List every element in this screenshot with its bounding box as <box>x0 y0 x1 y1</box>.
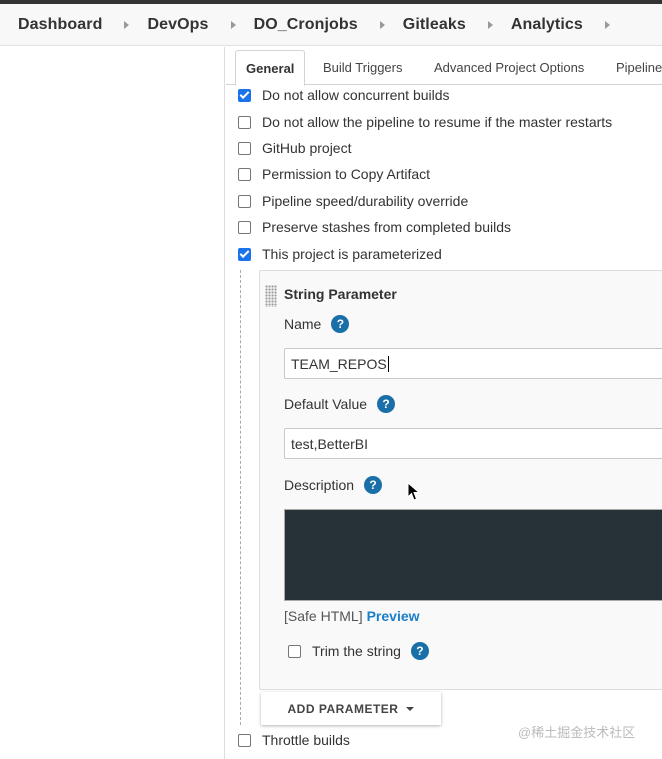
side-panel <box>0 47 225 759</box>
option-throttle-builds[interactable]: Throttle builds <box>238 730 350 750</box>
durability-override-checkbox[interactable] <box>238 194 251 208</box>
breadcrumb-label[interactable]: Analytics <box>511 16 583 34</box>
preserve-stashes-checkbox[interactable] <box>238 220 251 234</box>
tab-build-triggers[interactable]: Build Triggers <box>323 50 402 85</box>
option-pipeline-resume[interactable]: Do not allow the pipeline to resume if t… <box>238 112 612 132</box>
breadcrumb-label[interactable]: DO_Cronjobs <box>254 16 358 34</box>
option-label: Trim the string <box>312 643 401 659</box>
concurrent-builds-checkbox[interactable] <box>238 88 251 102</box>
option-label: Pipeline speed/durability override <box>262 193 469 209</box>
option-label: Throttle builds <box>262 732 350 748</box>
trim-string-option[interactable]: Trim the string ? <box>288 642 429 660</box>
safe-html-note: [Safe HTML] Preview <box>284 608 420 624</box>
chevron-right-icon[interactable] <box>124 20 130 29</box>
option-label: This project is parameterized <box>262 246 442 262</box>
option-label: Do not allow concurrent builds <box>262 87 450 103</box>
chevron-right-icon[interactable] <box>230 20 236 29</box>
breadcrumb-label[interactable]: Dashboard <box>18 16 102 34</box>
trim-string-checkbox[interactable] <box>288 644 301 658</box>
breadcrumb-label[interactable]: DevOps <box>147 16 208 34</box>
option-concurrent-builds[interactable]: Do not allow concurrent builds <box>238 85 450 105</box>
drag-handle-icon[interactable] <box>265 285 277 307</box>
copy-artifact-checkbox[interactable] <box>238 167 251 181</box>
button-label: ADD PARAMETER <box>287 701 399 716</box>
parameterized-checkbox[interactable] <box>238 247 251 261</box>
breadcrumb-item-devops[interactable]: DevOps <box>147 4 253 45</box>
config-tabs: General Build Triggers Advanced Project … <box>226 47 662 86</box>
chevron-right-icon[interactable] <box>379 20 385 29</box>
input-value: test,BetterBI <box>291 435 369 452</box>
name-field-label: Name ? <box>284 315 350 333</box>
help-icon[interactable]: ? <box>410 642 429 660</box>
breadcrumb-item-do-cronjobs[interactable]: DO_Cronjobs <box>254 4 403 45</box>
label-text: Default Value <box>284 396 368 412</box>
throttle-builds-checkbox[interactable] <box>238 733 251 747</box>
option-label: Do not allow the pipeline to resume if t… <box>262 114 613 130</box>
parameter-title: String Parameter <box>284 286 397 302</box>
label-text: Description <box>284 477 355 493</box>
parameter-name-input[interactable]: TEAM_REPOS <box>284 348 662 379</box>
breadcrumb: Dashboard DevOps DO_Cronjobs Gitleaks An… <box>0 4 662 46</box>
watermark: @稀土掘金技术社区 <box>518 725 636 740</box>
caret-down-icon <box>406 706 415 711</box>
label-text: Name <box>284 316 322 332</box>
breadcrumb-item-dashboard[interactable]: Dashboard <box>18 4 147 45</box>
input-value: TEAM_REPOS <box>291 355 387 372</box>
help-icon[interactable]: ? <box>377 395 396 413</box>
tab-advanced-project-options[interactable]: Advanced Project Options <box>434 50 584 85</box>
tab-general[interactable]: General <box>235 50 306 86</box>
github-project-checkbox[interactable] <box>238 141 251 155</box>
option-label: GitHub project <box>262 140 352 156</box>
text-caret <box>387 355 389 372</box>
pipeline-resume-checkbox[interactable] <box>238 115 251 129</box>
option-label: Permission to Copy Artifact <box>262 166 431 182</box>
mouse-pointer-icon <box>407 482 421 501</box>
help-icon[interactable]: ? <box>331 315 350 333</box>
option-label: Preserve stashes from completed builds <box>262 219 511 235</box>
default-value-label: Default Value ? <box>284 395 396 413</box>
preview-link[interactable]: Preview <box>367 608 420 624</box>
option-copy-artifact[interactable]: Permission to Copy Artifact <box>238 164 430 184</box>
breadcrumb-item-analytics[interactable]: Analytics <box>511 4 628 45</box>
description-textarea[interactable] <box>284 509 662 601</box>
option-preserve-stashes[interactable]: Preserve stashes from completed builds <box>238 217 511 237</box>
chevron-right-icon[interactable] <box>487 20 493 29</box>
breadcrumb-item-gitleaks[interactable]: Gitleaks <box>403 4 511 45</box>
chevron-right-icon[interactable] <box>604 20 610 29</box>
description-label: Description ? <box>284 476 383 494</box>
help-icon[interactable]: ? <box>364 476 383 494</box>
parameter-indent-line <box>240 270 241 725</box>
add-parameter-button[interactable]: ADD PARAMETER <box>261 692 441 725</box>
breadcrumb-label[interactable]: Gitleaks <box>403 16 466 34</box>
option-github-project[interactable]: GitHub project <box>238 138 351 158</box>
safe-html-label: [Safe HTML] <box>284 608 363 624</box>
tab-pipeline[interactable]: Pipeline <box>616 50 662 85</box>
option-parameterized[interactable]: This project is parameterized <box>238 244 442 264</box>
default-value-input[interactable]: test,BetterBI <box>284 428 662 459</box>
option-durability-override[interactable]: Pipeline speed/durability override <box>238 191 468 211</box>
